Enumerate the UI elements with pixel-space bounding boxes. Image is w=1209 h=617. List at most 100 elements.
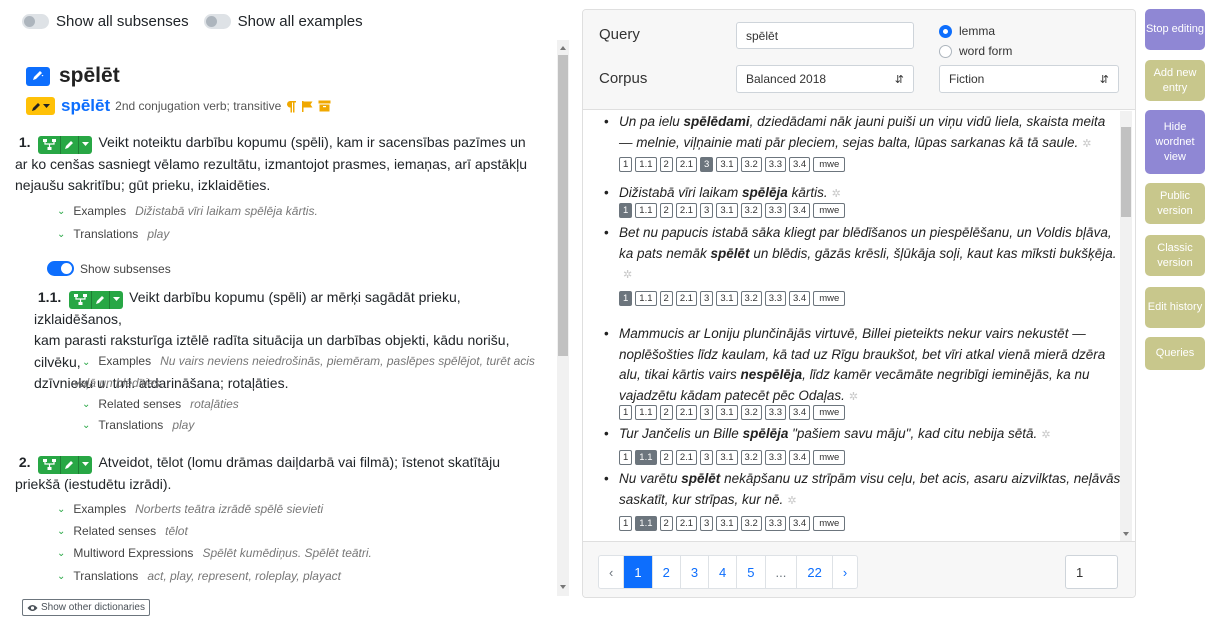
examples-scrollbar-thumb[interactable]: [1121, 127, 1131, 217]
sense-tag-button[interactable]: 2: [659, 405, 673, 420]
sense-tag-button[interactable]: 3.2: [740, 203, 762, 218]
translations-row[interactable]: ⌄ Translations act, play, represent, rol…: [57, 569, 341, 583]
side-button-add-new-entry[interactable]: Add new entry: [1145, 60, 1205, 101]
flag-icon[interactable]: [301, 100, 314, 113]
page-button[interactable]: ...: [764, 556, 797, 588]
sense-tag-button[interactable]: 3.1: [716, 405, 738, 420]
sense-tag-button[interactable]: 3.3: [764, 516, 786, 531]
side-button-queries[interactable]: Queries: [1145, 337, 1205, 370]
radio-lemma-button[interactable]: [939, 24, 952, 38]
radio-lemma[interactable]: lemma: [939, 24, 995, 38]
wordnet-button[interactable]: [38, 135, 61, 154]
sense-tag-button[interactable]: 3.3: [764, 291, 786, 306]
page-button[interactable]: 22: [796, 556, 831, 588]
scroll-down-arrow-icon[interactable]: [560, 585, 566, 589]
sense-tag-button[interactable]: 3: [700, 516, 714, 531]
sense-tag-button[interactable]: mwe: [813, 203, 846, 218]
report-bug-icon[interactable]: ✲: [623, 265, 632, 286]
page-prev-button[interactable]: ‹: [599, 556, 623, 588]
lemma-link[interactable]: spēlēt: [61, 96, 110, 116]
sense-tag-button[interactable]: 3: [700, 157, 714, 172]
side-button-public-version[interactable]: Public version: [1145, 183, 1205, 224]
sense-tag-button[interactable]: 2.1: [675, 516, 698, 531]
sense-tag-button[interactable]: 1: [619, 291, 633, 306]
sense-tag-button[interactable]: 3.4: [788, 203, 811, 218]
related-senses-row[interactable]: ⌄ Related senses rotaļāties: [82, 397, 239, 411]
sense-tag-button[interactable]: 2.1: [675, 450, 698, 465]
sense-tag-button[interactable]: 3.3: [764, 450, 786, 465]
sense-tag-button[interactable]: 2: [659, 450, 673, 465]
sense-tag-button[interactable]: 3.3: [764, 203, 786, 218]
sense-tag-button[interactable]: 1.1: [635, 405, 657, 420]
show-subsenses-switch[interactable]: [47, 261, 74, 276]
translations-row[interactable]: ⌄ Translations play: [57, 227, 169, 241]
sense-tag-button[interactable]: 3.4: [788, 450, 811, 465]
sense-tag-button[interactable]: 2.1: [675, 157, 698, 172]
related-senses-row[interactable]: ⌄ Related senses tēlot: [57, 524, 188, 538]
sense-tag-button[interactable]: 3.4: [788, 516, 811, 531]
sense-tag-button[interactable]: 1: [619, 450, 633, 465]
edit-entry-button[interactable]: [26, 66, 50, 86]
side-button-hide-wordnet-view[interactable]: Hide wordnet view: [1145, 110, 1205, 174]
corpus-select[interactable]: Balanced 2018 ⇵: [736, 65, 914, 93]
scroll-up-arrow-icon[interactable]: [560, 46, 566, 50]
sense-tag-button[interactable]: 3.2: [740, 405, 762, 420]
archive-icon[interactable]: [318, 100, 331, 112]
side-button-stop-editing[interactable]: Stop editing: [1145, 9, 1205, 50]
sense-tag-button[interactable]: 3.4: [788, 157, 811, 172]
examples-row[interactable]: ⌄ Examples Dižistabā vīri laikam spēlēja…: [57, 204, 318, 218]
translations-row[interactable]: ⌄ Translations play: [82, 418, 194, 432]
sense-tag-button[interactable]: mwe: [813, 516, 846, 531]
show-all-examples-switch[interactable]: [203, 14, 231, 29]
mwe-row[interactable]: ⌄ Multiword Expressions Spēlēt kumēdiņus…: [57, 546, 372, 560]
edit-sense-button[interactable]: [60, 135, 79, 154]
query-input[interactable]: spēlēt: [736, 22, 914, 49]
show-all-subsenses-switch[interactable]: [22, 14, 49, 29]
side-button-classic-version[interactable]: Classic version: [1145, 235, 1205, 276]
radio-wordform[interactable]: word form: [939, 44, 1012, 58]
sense-tag-button[interactable]: 1.1: [635, 157, 657, 172]
sense-tag-button[interactable]: 3.3: [764, 157, 786, 172]
sense-tag-button[interactable]: 1: [619, 157, 633, 172]
show-other-dictionaries-button[interactable]: Show other dictionaries: [22, 599, 150, 616]
report-bug-icon[interactable]: ✲: [849, 387, 858, 408]
sense-tag-button[interactable]: 1.1: [635, 516, 657, 531]
sense-tag-button[interactable]: 3.3: [764, 405, 786, 420]
genre-select[interactable]: Fiction ⇵: [939, 65, 1119, 93]
sense-tag-button[interactable]: 3.2: [740, 516, 762, 531]
report-bug-icon[interactable]: ✲: [787, 491, 796, 512]
sense-tag-button[interactable]: mwe: [813, 157, 846, 172]
sense-tag-button[interactable]: 3.2: [740, 291, 762, 306]
sense-tag-button[interactable]: 3.1: [716, 203, 738, 218]
sense-tag-button[interactable]: 1.1: [635, 203, 657, 218]
sense-tag-button[interactable]: 1.1: [635, 291, 657, 306]
sense-tag-button[interactable]: 3.1: [716, 291, 738, 306]
pilcrow-icon[interactable]: [285, 100, 297, 113]
sense-tag-button[interactable]: 2: [659, 157, 673, 172]
sense-tag-button[interactable]: 2: [659, 291, 673, 306]
sense-menu-button[interactable]: [78, 135, 93, 154]
page-button[interactable]: 1: [623, 556, 652, 588]
examples-row[interactable]: ⌄ Examples Nu vairs neviens neiedrošinās, …: [74, 351, 544, 393]
sense-tag-button[interactable]: 3: [700, 291, 714, 306]
sense-tag-button[interactable]: 3.4: [788, 405, 811, 420]
page-button[interactable]: 4: [708, 556, 736, 588]
page-button[interactable]: 2: [651, 556, 680, 588]
sense-tag-button[interactable]: 2: [659, 516, 673, 531]
sense-tag-button[interactable]: 3.2: [740, 450, 762, 465]
sense-menu-button[interactable]: [78, 455, 93, 474]
sense-tag-button[interactable]: 3.1: [716, 157, 738, 172]
edit-lemma-button[interactable]: [26, 97, 55, 115]
sense-tag-button[interactable]: 2.1: [675, 405, 698, 420]
sense-tag-button[interactable]: 3.1: [716, 516, 738, 531]
sense-tag-button[interactable]: mwe: [813, 450, 846, 465]
report-bug-icon[interactable]: ✲: [1082, 134, 1091, 155]
sense-tag-button[interactable]: 3: [700, 450, 714, 465]
sense-tag-button[interactable]: mwe: [813, 291, 846, 306]
report-bug-icon[interactable]: ✲: [1041, 425, 1050, 446]
entry-scrollbar-thumb[interactable]: [558, 55, 568, 356]
page-button[interactable]: 5: [736, 556, 764, 588]
page-number-input[interactable]: 1: [1065, 555, 1118, 589]
page-next-button[interactable]: ›: [831, 556, 857, 588]
edit-sense-button[interactable]: [60, 455, 79, 474]
